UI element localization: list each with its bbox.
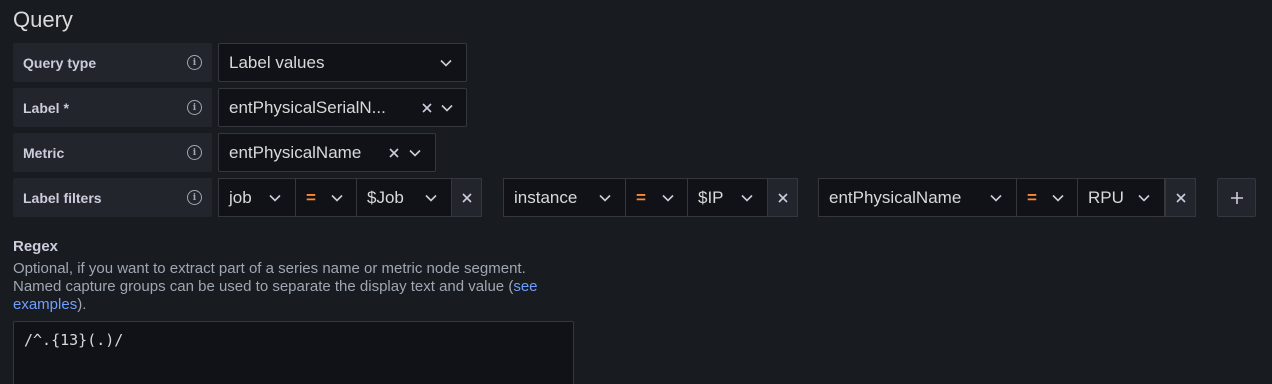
filter-value-select[interactable]: $IP xyxy=(687,178,768,217)
chevron-down-icon xyxy=(409,149,421,157)
remove-filter-button[interactable] xyxy=(767,178,798,217)
close-icon[interactable] xyxy=(388,147,400,159)
filter-operator-select[interactable]: = xyxy=(625,178,688,217)
close-icon xyxy=(777,192,788,203)
add-filter-button[interactable] xyxy=(1217,178,1256,217)
close-icon[interactable] xyxy=(421,102,433,114)
see-examples-link[interactable]: examples xyxy=(13,296,77,313)
metric-select[interactable]: entPhysicalName xyxy=(218,133,436,172)
query-type-select[interactable]: Label values xyxy=(218,43,467,82)
close-icon xyxy=(461,192,472,203)
filter-key-select[interactable]: instance xyxy=(503,178,626,217)
remove-filter-button[interactable] xyxy=(1165,178,1196,217)
chevron-down-icon xyxy=(441,104,453,112)
info-circle-icon[interactable]: i xyxy=(187,55,202,70)
regex-title: Regex xyxy=(13,238,59,255)
chevron-down-icon xyxy=(425,194,437,202)
chevron-down-icon xyxy=(599,194,611,202)
info-circle-icon[interactable]: i xyxy=(187,100,202,115)
chevron-down-icon xyxy=(1138,194,1150,202)
filter-operator-select[interactable]: = xyxy=(295,178,357,217)
chevron-down-icon xyxy=(741,194,753,202)
filter-value-select[interactable]: RPU xyxy=(1077,178,1165,217)
chevron-down-icon xyxy=(440,59,452,67)
close-icon xyxy=(1175,192,1186,203)
metric-label: Metric i xyxy=(13,133,212,172)
section-title: Query xyxy=(13,7,73,32)
label-field-label: Label * i xyxy=(13,88,212,127)
info-circle-icon[interactable]: i xyxy=(187,145,202,160)
label-filters-row: Label filters i job = $Job instance = $I… xyxy=(13,178,1263,217)
regex-input[interactable]: /^.{13}(.)/ xyxy=(13,321,574,384)
see-examples-link[interactable]: see xyxy=(513,278,537,295)
chevron-down-icon xyxy=(1052,194,1064,202)
info-circle-icon[interactable]: i xyxy=(187,190,202,205)
regex-description: Optional, if you want to extract part of… xyxy=(13,260,538,313)
chevron-down-icon xyxy=(331,194,343,202)
label-select[interactable]: entPhysicalSerialN... xyxy=(218,88,467,127)
chevron-down-icon xyxy=(662,194,674,202)
remove-filter-button[interactable] xyxy=(451,178,482,217)
label-filters-label: Label filters i xyxy=(13,178,212,217)
filter-operator-select[interactable]: = xyxy=(1016,178,1078,217)
plus-icon xyxy=(1230,191,1243,204)
filter-key-select[interactable]: entPhysicalName xyxy=(818,178,1017,217)
chevron-down-icon xyxy=(990,194,1002,202)
chevron-down-icon xyxy=(269,194,281,202)
query-type-label: Query type i xyxy=(13,43,212,82)
filter-key-select[interactable]: job xyxy=(218,178,296,217)
filter-value-select[interactable]: $Job xyxy=(356,178,452,217)
